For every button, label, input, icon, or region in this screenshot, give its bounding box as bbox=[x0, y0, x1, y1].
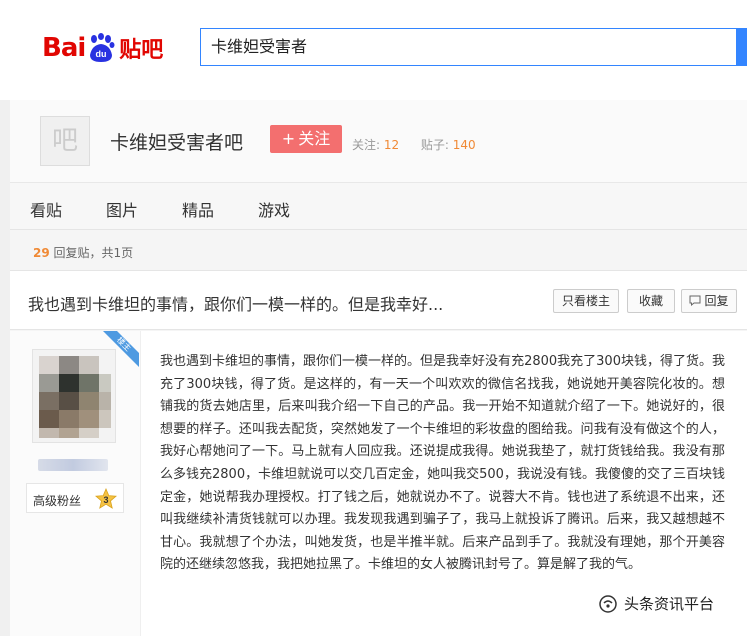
reply-info: 29 回复贴，共1页 bbox=[10, 230, 747, 270]
forum-tabs: 看贴 图片 精品 游戏 bbox=[10, 183, 747, 230]
favorite-button[interactable]: 收藏 bbox=[627, 289, 675, 313]
forum-stats: 关注: 12 贴子: 140 bbox=[352, 136, 476, 153]
level-name: 高级粉丝 bbox=[33, 494, 82, 508]
reply-button[interactable]: 回复 bbox=[681, 289, 737, 313]
post-content: 我也遇到卡维坦的事情，跟你们一模一样的。但是我幸好没有充2800我充了300块钱… bbox=[160, 354, 725, 573]
reply-info-text: 回复贴，共1页 bbox=[49, 246, 134, 260]
top-header: Bai du 贴吧 卡维妲受害者 bbox=[0, 0, 747, 100]
level-star-icon: 3 bbox=[95, 487, 117, 510]
follow-label: 关注 bbox=[298, 129, 331, 148]
left-strip bbox=[0, 100, 10, 636]
tab-posts[interactable]: 看贴 bbox=[30, 197, 62, 221]
comment-icon bbox=[689, 291, 701, 313]
thread-title: 我也遇到卡维坦的事情，跟你们一模一样的。但是我幸好... bbox=[28, 295, 444, 314]
post-count: 140 bbox=[452, 138, 476, 152]
forum-header: 吧 卡维妲受害者吧 + 关注 关注: 12 贴子: 140 bbox=[10, 100, 747, 183]
thread-title-bar: 我也遇到卡维坦的事情，跟你们一模一样的。但是我幸好... 只看楼主 收藏 回复 bbox=[10, 270, 747, 330]
watermark-text: 头条资讯平台 bbox=[624, 595, 715, 613]
tab-images[interactable]: 图片 bbox=[106, 197, 138, 221]
search-input[interactable]: 卡维妲受害者 bbox=[200, 28, 737, 66]
forum-avatar[interactable]: 吧 bbox=[40, 116, 90, 166]
plus-icon: + bbox=[281, 129, 296, 148]
follow-button[interactable]: + 关注 bbox=[270, 125, 342, 153]
level-number: 3 bbox=[103, 495, 108, 505]
reply-label: 回复 bbox=[704, 294, 729, 308]
post-count-label: 贴子: bbox=[420, 138, 449, 152]
watermark: 头条资讯平台 bbox=[598, 593, 715, 614]
watermark-logo-icon bbox=[598, 594, 618, 614]
reply-count: 29 bbox=[33, 246, 50, 260]
only-author-button[interactable]: 只看楼主 bbox=[553, 289, 619, 313]
logo-bai-text: Bai bbox=[42, 33, 86, 63]
tab-games[interactable]: 游戏 bbox=[258, 197, 290, 221]
author-column: 高级粉丝 3 楼主 bbox=[10, 331, 141, 636]
forum-name[interactable]: 卡维妲受害者吧 bbox=[110, 128, 243, 155]
logo-tieba-text: 贴吧 bbox=[119, 38, 164, 63]
search-button[interactable] bbox=[737, 28, 747, 66]
post-floor-1: 高级粉丝 3 楼主 我也遇到卡维坦的事情，跟你们一模一样的。但是我幸好没有充28… bbox=[10, 331, 747, 636]
follow-count: 12 bbox=[383, 138, 400, 152]
follow-count-label: 关注: bbox=[352, 138, 381, 152]
baidu-tieba-logo[interactable]: Bai du 贴吧 bbox=[42, 28, 182, 68]
author-name[interactable] bbox=[38, 459, 108, 471]
level-badge: 高级粉丝 3 bbox=[26, 483, 124, 513]
tab-featured[interactable]: 精品 bbox=[182, 197, 214, 221]
logo-du-text: du bbox=[96, 49, 107, 59]
floor-owner-ribbon: 楼主 bbox=[103, 331, 139, 367]
paw-icon: du bbox=[86, 33, 116, 63]
